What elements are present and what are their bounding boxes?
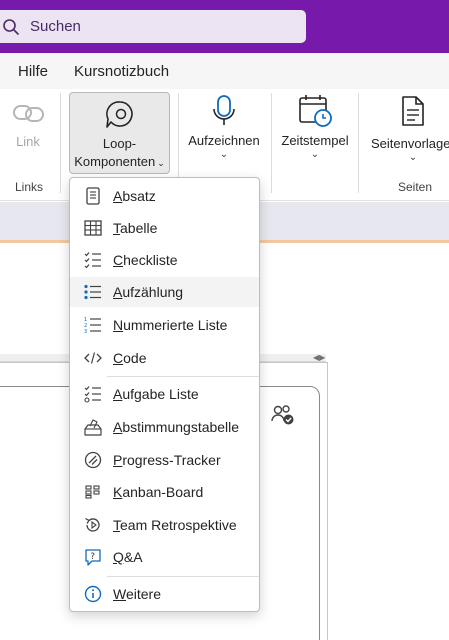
record-label: Aufzeichnen bbox=[188, 133, 260, 148]
svg-text:?: ? bbox=[90, 552, 95, 562]
numbered-list-icon: 123 bbox=[84, 316, 102, 334]
menu-item-label: Code bbox=[113, 350, 147, 366]
svg-text:3: 3 bbox=[84, 329, 87, 334]
menu-item-qa[interactable]: ? Q&A bbox=[70, 542, 259, 572]
menu-item-kanban-board[interactable]: Kanban-Board bbox=[70, 477, 259, 507]
ribbon-separator bbox=[358, 93, 359, 193]
page-templates-label: Seitenvorlage bbox=[371, 136, 449, 151]
menu-item-label: Kanban-Board bbox=[113, 484, 204, 500]
loop-label-line2: Komponenten bbox=[74, 154, 156, 169]
menu-item-abstimmungstabelle[interactable]: Abstimmungstabelle bbox=[70, 412, 259, 442]
loop-components-button[interactable]: Loop- Komponenten ⌄ bbox=[69, 92, 170, 174]
menu-item-label: Aufgabe Liste bbox=[113, 386, 199, 402]
search-box[interactable]: Suchen bbox=[0, 10, 306, 43]
link-icon bbox=[13, 105, 44, 122]
timestamp-button[interactable]: Zeitstempel ⌄ bbox=[276, 89, 354, 201]
loop-icon bbox=[106, 101, 133, 128]
chevron-down-icon: ⌄ bbox=[157, 158, 165, 168]
resize-arrows-icon[interactable]: ◀▶ bbox=[313, 353, 325, 362]
menu-hilfe[interactable]: Hilfe bbox=[18, 63, 48, 80]
loop-components-dropdown: Absatz Tabelle Checkliste Aufzählung 123… bbox=[69, 177, 260, 612]
search-input[interactable]: Suchen bbox=[30, 18, 81, 35]
team-retrospective-icon bbox=[84, 516, 102, 534]
loop-label-line1: Loop- bbox=[102, 136, 137, 151]
title-bar: Suchen bbox=[0, 0, 449, 53]
menu-item-label: Tabelle bbox=[113, 220, 158, 236]
menu-kursnotizbuch[interactable]: Kursnotizbuch bbox=[74, 63, 169, 80]
menu-item-label: Progress-Tracker bbox=[113, 452, 221, 468]
progress-tracker-icon bbox=[84, 451, 102, 469]
kanban-board-icon bbox=[84, 483, 102, 501]
table-icon bbox=[84, 219, 102, 237]
menu-item-absatz[interactable]: Absatz bbox=[70, 181, 259, 211]
menu-item-code[interactable]: Code bbox=[70, 343, 259, 373]
menu-item-label: Q&A bbox=[113, 549, 143, 565]
timestamp-label: Zeitstempel bbox=[281, 133, 349, 148]
link-label: Link bbox=[16, 134, 40, 149]
task-list-icon bbox=[84, 385, 102, 403]
menu-separator bbox=[107, 576, 259, 577]
checklist-icon bbox=[84, 251, 102, 269]
menu-item-team-retrospektive[interactable]: Team Retrospektive bbox=[70, 510, 259, 540]
chevron-down-icon: ⌄ bbox=[408, 152, 418, 163]
voting-table-icon bbox=[84, 418, 102, 436]
group-label-links: Links bbox=[15, 180, 44, 194]
menu-item-tabelle[interactable]: Tabelle bbox=[70, 213, 259, 243]
ribbon-separator bbox=[271, 93, 272, 193]
calendar-clock-icon bbox=[299, 95, 332, 127]
ribbon-separator bbox=[60, 93, 61, 193]
bullet-list-icon bbox=[84, 283, 102, 301]
menu-item-aufzaehlung[interactable]: Aufzählung bbox=[70, 277, 259, 307]
code-icon bbox=[84, 349, 102, 367]
menu-item-label: Team Retrospektive bbox=[113, 517, 237, 533]
menu-item-label: Weitere bbox=[113, 586, 161, 602]
menu-item-label: Abstimmungstabelle bbox=[113, 419, 240, 435]
document-icon bbox=[402, 96, 424, 126]
paragraph-icon bbox=[84, 187, 102, 205]
menu-item-checkliste[interactable]: Checkliste bbox=[70, 245, 259, 275]
chevron-down-icon: ⌄ bbox=[310, 149, 320, 160]
menu-item-weitere[interactable]: Weitere bbox=[70, 579, 259, 609]
menu-item-progress-tracker[interactable]: Progress-Tracker bbox=[70, 445, 259, 475]
menu-item-label: Nummerierte Liste bbox=[113, 317, 228, 333]
chevron-down-icon: ⌄ bbox=[219, 149, 229, 160]
menu-item-aufgabe-liste[interactable]: Aufgabe Liste bbox=[70, 379, 259, 409]
menu-item-label: Aufzählung bbox=[113, 284, 184, 300]
microphone-icon bbox=[213, 95, 235, 125]
menu-bar: Hilfe Kursnotizbuch bbox=[0, 53, 449, 89]
qa-icon: ? bbox=[84, 548, 102, 566]
people-shared-icon[interactable] bbox=[271, 404, 295, 426]
menu-separator bbox=[107, 376, 259, 377]
menu-item-nummerierte-liste[interactable]: 123 Nummerierte Liste bbox=[70, 310, 259, 340]
group-label-seiten: Seiten bbox=[398, 180, 433, 194]
info-icon bbox=[84, 585, 102, 603]
menu-item-label: Checkliste bbox=[113, 252, 178, 268]
menu-item-label: Absatz bbox=[113, 188, 156, 204]
search-icon bbox=[3, 18, 19, 35]
